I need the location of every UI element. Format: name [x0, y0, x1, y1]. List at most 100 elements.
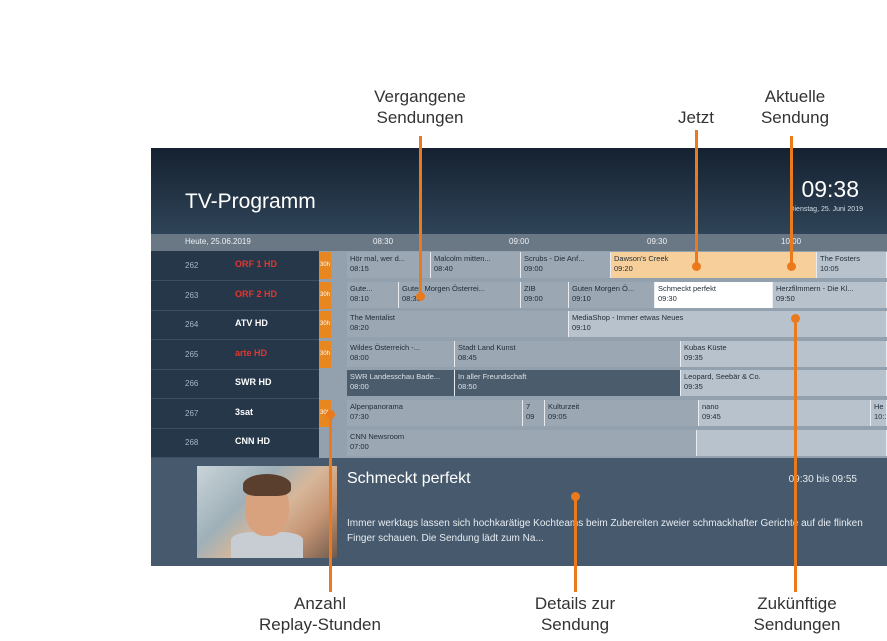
- channel-row[interactable]: 264 ATV HD: [151, 310, 319, 340]
- channel-row[interactable]: 265 arte HD: [151, 340, 319, 370]
- detail-time: 09:30 bis 09:55: [788, 474, 857, 485]
- time-label: 08:30: [373, 237, 394, 246]
- program-cell[interactable]: The Mentalist 08:20: [347, 311, 569, 337]
- program-time: 09:10: [572, 294, 591, 303]
- program-cell[interactable]: Gute... 08:10: [347, 282, 399, 308]
- program-cell[interactable]: SWR Landesschau Bade... 08:00: [347, 370, 455, 396]
- program-cell[interactable]: Guten Morgen Ö... 09:10: [569, 282, 655, 308]
- channel-number: 267: [185, 409, 199, 418]
- program-thumbnail: [197, 466, 337, 558]
- program-time: 09:20: [614, 264, 633, 273]
- callout-jetzt: Jetzt: [666, 107, 726, 128]
- time-label: 09:00: [509, 237, 530, 246]
- channel-number: 263: [185, 291, 199, 300]
- channel-row[interactable]: 266 SWR HD: [151, 369, 319, 399]
- replay-hours-badge: 30h: [319, 252, 331, 279]
- channel-list: 262 ORF 1 HD 263 ORF 2 HD 264 ATV HD 265…: [151, 251, 319, 458]
- channel-logo: 3sat: [235, 407, 254, 417]
- program-cell[interactable]: MediaShop - Immer etwas Neues 09:10: [569, 311, 887, 337]
- program-time: 09:35: [684, 353, 703, 362]
- channel-number: 264: [185, 320, 199, 329]
- program-title: Wildes Österreich -...: [350, 343, 421, 352]
- replay-hours-badge: 30h: [319, 282, 331, 309]
- program-time: 09:50: [776, 294, 795, 303]
- program-cell[interactable]: Wildes Österreich -... 08:00: [347, 341, 455, 367]
- channel-row[interactable]: 263 ORF 2 HD: [151, 281, 319, 311]
- program-detail-panel: Schmeckt perfekt 09:30 bis 09:55 Immer w…: [151, 458, 887, 566]
- program-cell[interactable]: ZIB 09:00: [521, 282, 569, 308]
- channel-logo: ATV HD: [235, 318, 268, 328]
- program-title: 7: [526, 402, 531, 411]
- program-grid: 30h 30h 30h 30h 30h Hör mal, wer d... 08…: [319, 251, 887, 458]
- callout-aktuelle-line1: Aktuelle: [764, 87, 826, 106]
- program-cell[interactable]: Kulturzeit 09:05: [545, 400, 699, 426]
- pointer-line-jetzt: [695, 130, 698, 266]
- pointer-line-zukuenftige: [794, 318, 797, 592]
- program-cell[interactable]: Leopard, Seebär & Co. 09:35: [681, 370, 887, 396]
- channel-row[interactable]: 262 ORF 1 HD: [151, 251, 319, 281]
- channel-number: 265: [185, 350, 199, 359]
- today-label: Heute, 25.06.2019: [185, 237, 251, 246]
- program-title: The Fosters: [820, 254, 861, 263]
- channel-logo: SWR HD: [235, 377, 272, 387]
- callout-zukuenftige-line2: Sendungen: [753, 615, 841, 634]
- callout-anzahl-line1: Anzahl: [294, 594, 346, 613]
- program-time: 08:00: [350, 353, 369, 362]
- program-cell[interactable]: Herzfilmmern - Die Kl... 09:50: [773, 282, 887, 308]
- detail-description: Immer werktags lassen sich hochkarätige …: [347, 518, 863, 544]
- program-time: 09:00: [524, 294, 543, 303]
- program-title: Leopard, Seebär & Co.: [684, 372, 761, 381]
- program-title: The Mentalist: [350, 313, 396, 322]
- program-cell[interactable]: Scrubs - Die Anf... 09:00: [521, 252, 611, 278]
- pointer-dot-anzahl: [326, 410, 335, 419]
- program-time: 08:20: [350, 323, 369, 332]
- program-cell-selected[interactable]: Schmeckt perfekt 09:30: [655, 282, 773, 308]
- replay-hours-badge: 30h: [319, 311, 331, 338]
- program-time: 09:30: [658, 294, 677, 303]
- thumbnail-hair-shape: [243, 474, 291, 496]
- channel-logo: arte HD: [235, 348, 268, 358]
- program-cell[interactable]: Kubas Küste 09:35: [681, 341, 887, 367]
- program-time: 08:40: [434, 264, 453, 273]
- page-title: TV-Programm: [185, 190, 316, 213]
- program-cell[interactable]: Stadt Land Kunst 08:45: [455, 341, 681, 367]
- program-cell[interactable]: The Fosters 10:05: [817, 252, 887, 278]
- channel-number: 266: [185, 379, 199, 388]
- program-cell[interactable]: Malcolm mitten... 08:40: [431, 252, 521, 278]
- channel-row[interactable]: 267 3sat: [151, 399, 319, 429]
- program-title: Malcolm mitten...: [434, 254, 491, 263]
- program-time: 08:10: [350, 294, 369, 303]
- program-time: 08:15: [350, 264, 369, 273]
- program-title: SWR Landesschau Bade...: [350, 372, 441, 381]
- pointer-dot-jetzt: [692, 262, 701, 271]
- program-title: CNN Newsroom: [350, 432, 405, 441]
- program-title: Kulturzeit: [548, 402, 580, 411]
- pointer-line-anzahl: [329, 414, 332, 592]
- clock: 09:38: [801, 176, 859, 202]
- program-title: In aller Freundschaft: [458, 372, 527, 381]
- program-cell[interactable]: Alpenpanorama 07:30: [347, 400, 523, 426]
- program-cell[interactable]: CNN Newsroom 07:00: [347, 430, 697, 456]
- callout-anzahl-replay-stunden: Anzahl Replay-Stunden: [250, 593, 390, 635]
- program-title: nano: [702, 402, 719, 411]
- tv-screen: TV-Programm 09:38 Dienstag, 25. Juni 201…: [151, 148, 887, 566]
- callout-vergangene-line2: Sendungen: [376, 108, 464, 127]
- time-label: 09:30: [647, 237, 668, 246]
- replay-hours-badge: 30h: [319, 341, 331, 368]
- program-title: Stadt Land Kunst: [458, 343, 516, 352]
- program-title: MediaShop - Immer etwas Neues: [572, 313, 684, 322]
- channel-logo: ORF 2 HD: [235, 289, 278, 299]
- program-title: Guten Morgen Ö...: [572, 284, 635, 293]
- program-cell[interactable]: Her 10:1: [871, 400, 887, 426]
- program-cell[interactable]: nano 09:45: [699, 400, 871, 426]
- callout-jetzt-label: Jetzt: [678, 108, 714, 127]
- channel-row[interactable]: 268 CNN HD: [151, 428, 319, 458]
- program-time: 09:00: [524, 264, 543, 273]
- callout-vergangene-line1: Vergangene: [374, 87, 466, 106]
- program-time: 09: [526, 412, 535, 421]
- program-cell-empty[interactable]: [697, 430, 887, 456]
- program-time: 10:05: [820, 264, 839, 273]
- program-time: 09:05: [548, 412, 567, 421]
- program-cell[interactable]: 7 09: [523, 400, 545, 426]
- program-cell[interactable]: In aller Freundschaft 08:50: [455, 370, 681, 396]
